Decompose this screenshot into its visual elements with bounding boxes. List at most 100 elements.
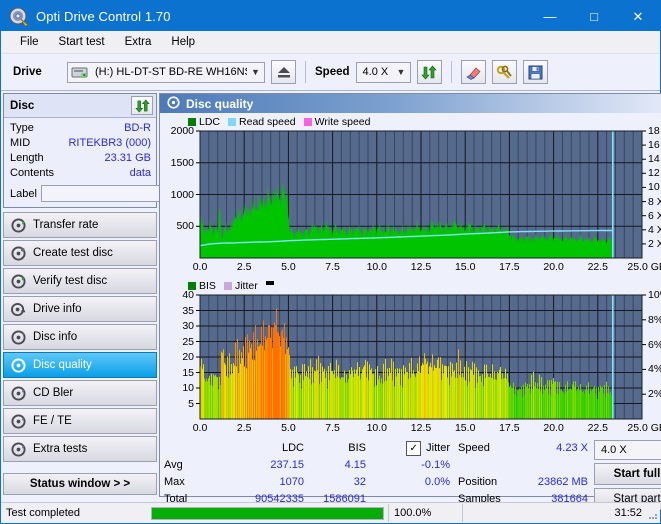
disc-row-mid: MID RITEKBR3 (000) xyxy=(10,136,151,151)
ldc-legend: LDC Read speed Write speed xyxy=(162,115,661,128)
y2-tick-label: 10% xyxy=(648,289,661,301)
disc-box-header: Disc xyxy=(4,94,156,118)
drive-toolbar: Drive (H:) HL-DT-ST BD-RE WH16NS58 TST4 … xyxy=(1,54,660,91)
disc-length-key: Length xyxy=(10,152,44,164)
refresh-icon xyxy=(421,65,437,79)
speed-label: Speed xyxy=(315,66,350,78)
panel-area: Disc quality LDC Read speed Write speed … xyxy=(159,91,661,510)
bis-chart[interactable]: 5 10 15 20 25 30 35 40 2% 4% 6% 8% 10% 0.0 2.5 5.0 7.5 10… xyxy=(162,289,661,437)
sidebar-item-fe-te[interactable]: FE / TE xyxy=(3,408,157,434)
disc-test-icon xyxy=(11,217,26,233)
status-window-wrap: Status window > > xyxy=(1,473,159,497)
legend-label: LDC xyxy=(199,115,221,128)
test-speed-value: 4.0 X xyxy=(601,444,627,456)
ldc-chart[interactable]: 5001000150020002 X4 X6 X8 X10 X12 X14 X1… xyxy=(162,125,661,276)
sidebar-item-label: Verify test disc xyxy=(33,275,108,287)
sidebar-item-extra-tests[interactable]: Extra tests xyxy=(3,436,157,462)
legend-read-speed: Read speed xyxy=(228,116,296,128)
sidebar-item-disc-info[interactable]: Disc info xyxy=(3,324,157,350)
maximize-button[interactable]: □ xyxy=(572,1,616,31)
speed-select[interactable]: 4.0 X ▼ xyxy=(355,61,411,83)
sidebar-item-verify-test-disc[interactable]: Verify test disc xyxy=(3,268,157,294)
legend-label: Write speed xyxy=(314,115,371,128)
save-button[interactable] xyxy=(522,60,548,84)
stats-jitter-max: 0.0% xyxy=(424,476,450,488)
y2-tick-label: 6 X xyxy=(648,209,661,222)
fe-te-icon xyxy=(11,413,26,429)
disc-quality-icon xyxy=(11,357,26,373)
sidebar-item-drive-info[interactable]: Drive info xyxy=(3,296,157,322)
disc-row-type: Type BD-R xyxy=(10,121,151,136)
disc-refresh-button[interactable] xyxy=(131,96,153,115)
y2-tick-label: 8% xyxy=(648,313,661,326)
disc-row-contents: Contents data xyxy=(10,166,151,181)
sidebar-item-cd-bler[interactable]: CD Bler xyxy=(3,380,157,406)
progress-cell xyxy=(151,504,388,522)
disc-contents-value: data xyxy=(129,167,151,179)
sidebar-item-label: Extra tests xyxy=(33,443,88,455)
sidebar-item-transfer-rate[interactable]: Transfer rate xyxy=(3,212,157,238)
stats-ldc-avg: 237.15 xyxy=(270,459,304,471)
disc-properties: Type BD-R MID RITEKBR3 (000) Length 23.3… xyxy=(4,118,245,207)
y-tick-label: 25 xyxy=(182,335,194,348)
jitter-label: Jitter xyxy=(426,442,450,454)
menu-extra[interactable]: Extra xyxy=(116,33,161,51)
position-key: Position xyxy=(458,476,498,488)
floppy-save-icon xyxy=(528,65,543,79)
menu-bar: File Start test Extra Help xyxy=(1,31,660,54)
x-tick-label: 2.5 xyxy=(236,422,252,434)
x-tick-label: 10.0 xyxy=(366,261,388,273)
x-tick-label: 15.0 xyxy=(454,422,476,434)
jitter-checkbox[interactable]: ✓ xyxy=(406,441,422,456)
extra-tests-icon xyxy=(11,441,26,457)
eject-button[interactable] xyxy=(271,60,296,84)
disc-length-value: 23.31 GB xyxy=(104,152,151,164)
x-tick-label: 12.5 xyxy=(410,261,432,273)
sidebar-item-create-test-disc[interactable]: Create test disc xyxy=(3,240,157,266)
drive-info-icon xyxy=(11,302,26,317)
y-tick-label: 5 xyxy=(188,397,194,410)
close-button[interactable]: ✕ xyxy=(616,1,660,31)
legend-swatch-jitter xyxy=(223,281,232,290)
speed-key: Speed xyxy=(458,442,490,454)
maximize-icon: □ xyxy=(590,8,598,24)
refresh-button[interactable] xyxy=(416,60,442,84)
y-tick-label: 1000 xyxy=(170,188,194,201)
meta-spacer xyxy=(458,457,514,474)
x-tick-label: 25.0 GB xyxy=(627,422,661,434)
start-full-button[interactable]: Start full xyxy=(594,463,661,485)
eject-icon xyxy=(277,67,290,78)
erase-button[interactable] xyxy=(460,60,486,84)
disc-verify-icon xyxy=(11,273,26,289)
status-window-button[interactable]: Status window > > xyxy=(3,473,157,495)
stats-col-header-bis: BIS xyxy=(348,442,366,454)
y2-tick-label: 8 X xyxy=(648,195,661,208)
settings-button[interactable] xyxy=(491,60,517,84)
status-message: Test completed xyxy=(6,507,80,519)
menu-help[interactable]: Help xyxy=(162,33,204,51)
panel-title: Disc quality xyxy=(186,96,254,111)
disc-mid-value: RITEKBR3 (000) xyxy=(68,137,151,149)
refresh-green-icon xyxy=(134,99,150,112)
menu-file[interactable]: File xyxy=(11,33,48,51)
x-tick-label: 5.0 xyxy=(281,261,296,273)
disc-quality-panel: Disc quality LDC Read speed Write speed … xyxy=(159,93,661,510)
sidebar-item-disc-quality[interactable]: Disc quality xyxy=(3,352,157,378)
stats-key-max: Max xyxy=(164,476,185,488)
minimize-icon: — xyxy=(543,8,557,24)
x-tick-label: 15.0 xyxy=(454,261,476,273)
menu-start-test[interactable]: Start test xyxy=(50,33,114,51)
test-speed-select[interactable]: 4.0 X ▼ xyxy=(594,440,661,460)
bis-legend: BIS Jitter xyxy=(162,279,661,292)
disc-burn-icon xyxy=(11,245,26,261)
stats-key-avg: Avg xyxy=(164,459,183,471)
resize-grip[interactable] xyxy=(648,507,660,519)
disc-quality-icon xyxy=(167,95,180,112)
status-bar: Test completed 100.0% 31:52 xyxy=(1,502,660,523)
drive-select[interactable]: (H:) HL-DT-ST BD-RE WH16NS58 TST4 ▼ xyxy=(67,61,265,83)
keys-icon xyxy=(496,65,512,79)
disc-header-label: Disc xyxy=(10,99,35,112)
minimize-button[interactable]: — xyxy=(528,1,572,31)
y-tick-label: 2000 xyxy=(170,125,194,137)
sidebar-item-label: Transfer rate xyxy=(33,219,99,231)
